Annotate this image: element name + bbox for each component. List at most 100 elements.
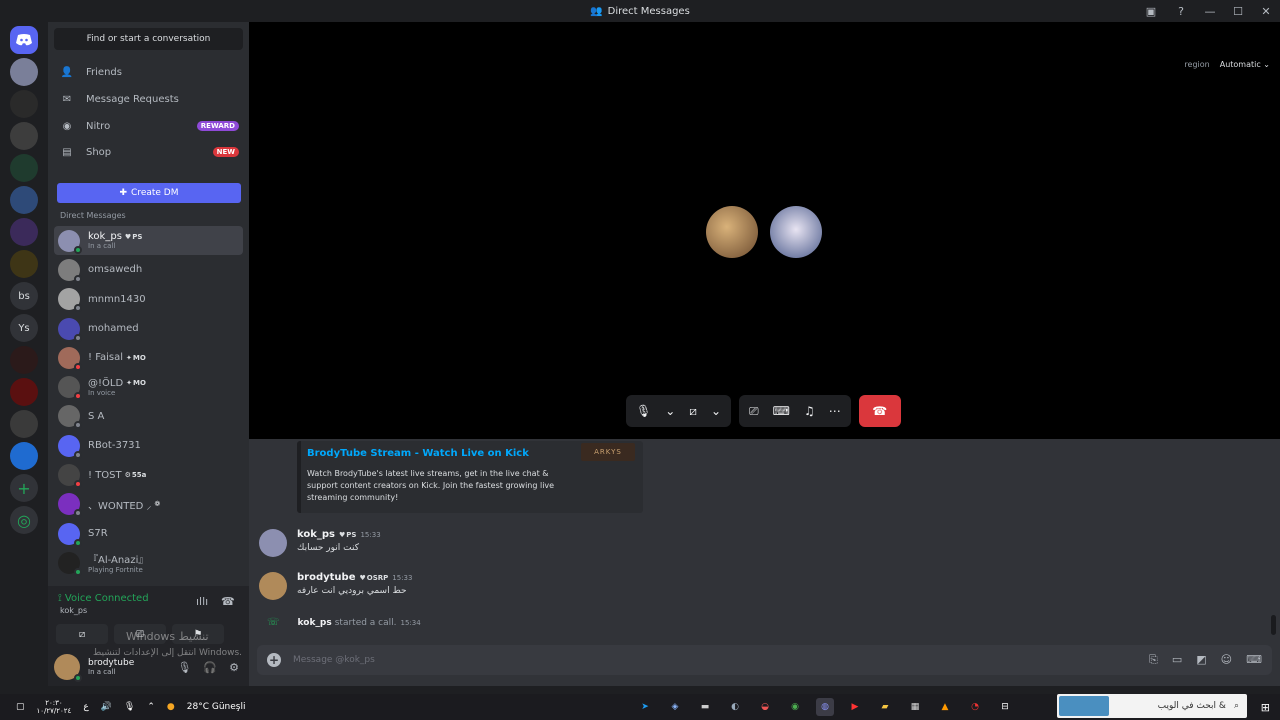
language-indicator[interactable]: ع [83, 702, 88, 712]
mic-group[interactable]: 🎙 ⌄ ⧄ ⌄ [626, 395, 731, 427]
participant-avatar[interactable] [770, 206, 822, 258]
minimize-button[interactable]: — [1196, 5, 1224, 18]
screen-share-icon[interactable]: ⎚ [749, 404, 759, 419]
game-icon[interactable]: ◒ [756, 698, 774, 716]
dm-item[interactable]: RBot-3731 [54, 431, 243, 460]
youtube-icon[interactable]: ▶ [846, 698, 864, 716]
message: kok_ps ♥ PS 15:33 كنت انور حسابك [259, 529, 381, 557]
server-ys[interactable]: Ys [10, 314, 38, 342]
find-conversation-button[interactable]: Find or start a conversation [54, 28, 243, 50]
chevron-down-icon[interactable]: ⌄ [665, 404, 675, 418]
nav-friends[interactable]: 👤 Friends [54, 60, 243, 84]
server-icon[interactable] [10, 410, 38, 438]
dm-item[interactable]: @!ÖLD ✦ MO In voice [54, 372, 243, 401]
message-author[interactable]: kok_ps [297, 529, 335, 540]
scrollbar[interactable] [1271, 615, 1276, 635]
dm-item[interactable]: mohamed [54, 314, 243, 343]
headphones-icon[interactable]: 🎧 [203, 661, 217, 674]
add-server-button[interactable]: + [10, 474, 38, 502]
inbox-icon[interactable]: ▣ [1136, 5, 1166, 18]
embed-thumbnail[interactable]: ARKYS [581, 443, 635, 461]
windows-start-icon[interactable]: ⊞ [1261, 701, 1270, 714]
discord-icon[interactable]: ◍ [816, 698, 834, 716]
dm-item[interactable]: ! Faisal ✦ MO [54, 343, 243, 372]
message-author[interactable]: brodytube [297, 572, 355, 583]
disconnect-icon[interactable]: ☎ [221, 595, 235, 608]
avatar [58, 405, 82, 430]
weather-text[interactable]: 28°C Güneşli [187, 702, 246, 712]
soundboard-icon[interactable]: ♫ [804, 404, 815, 418]
nav-message-requests[interactable]: ✉ Message Requests [54, 87, 243, 111]
server-icon[interactable] [10, 250, 38, 278]
hangup-button[interactable]: ☎ [858, 395, 901, 427]
taskbar-search[interactable]: ابحث في الويب & ⌕ [1057, 694, 1247, 718]
chrome-icon[interactable]: ◉ [786, 698, 804, 716]
gift-icon[interactable]: ⎘ [1149, 653, 1158, 667]
store-icon[interactable]: ▦ [906, 698, 924, 716]
avatar[interactable] [259, 529, 287, 557]
chevron-up-icon[interactable]: ⌃ [147, 702, 155, 712]
video-off-icon[interactable]: ⧄ [689, 404, 697, 419]
nav-shop[interactable]: ▤ Shop NEW [54, 140, 243, 164]
server-icon[interactable] [10, 378, 38, 406]
telegram-icon[interactable]: ➤ [636, 698, 654, 716]
home-button[interactable] [10, 26, 38, 54]
dm-item[interactable]: kok_ps ♥ PS In a call [54, 226, 243, 256]
participant-avatar[interactable] [706, 206, 758, 258]
gamepad-icon[interactable]: ⌨ [773, 404, 790, 418]
system-author[interactable]: kok_ps [298, 618, 332, 628]
dm-item[interactable]: mnmn1430 [54, 285, 243, 314]
nav-nitro[interactable]: ◉ Nitro REWARD [54, 114, 243, 138]
app-icon[interactable]: ◈ [666, 698, 684, 716]
server-icon[interactable] [10, 90, 38, 118]
apps-icon[interactable]: ⌨ [1246, 653, 1262, 667]
server-icon[interactable] [10, 218, 38, 246]
dm-item[interactable]: S A [54, 402, 243, 431]
embed-title[interactable]: BrodyTube Stream - Watch Live on Kick [307, 448, 529, 459]
gif-icon[interactable]: ▭ [1172, 653, 1182, 667]
clock[interactable]: ٢٠:٣٠ ١٠/٢٧/٢٠٢٤ [37, 699, 72, 715]
camera-button[interactable]: ⧄ [56, 624, 108, 644]
noise-suppression-icon[interactable]: ıllı [196, 595, 208, 608]
sticker-icon[interactable]: ◩ [1196, 653, 1206, 667]
dm-item[interactable]: 、WONTED ⸝ ❁ [54, 490, 243, 519]
message-input[interactable] [293, 655, 1093, 665]
server-icon[interactable] [10, 442, 38, 470]
microphone-icon[interactable]: 🎙 [636, 404, 651, 418]
dm-item[interactable]: omsawedh [54, 255, 243, 284]
terminal-icon[interactable]: ▬ [696, 698, 714, 716]
avatar[interactable] [259, 572, 287, 600]
server-icon[interactable] [10, 154, 38, 182]
message: brodytube ♥ OSRP 15:33 حط اسمي بروديي ان… [259, 572, 412, 600]
app-icon[interactable]: ◔ [966, 698, 984, 716]
volume-icon[interactable]: 🔊 [101, 702, 112, 712]
more-icon[interactable]: ⋯ [829, 404, 841, 418]
gear-icon[interactable]: ⚙ [229, 661, 239, 674]
attach-plus-icon[interactable]: + [267, 653, 281, 667]
voice-channel[interactable]: kok_ps [60, 606, 87, 615]
task-view-icon[interactable]: ⊟ [996, 698, 1014, 716]
microphone-icon[interactable]: 🎙 [124, 702, 135, 712]
server-icon[interactable] [10, 186, 38, 214]
avatar[interactable] [54, 654, 82, 682]
microphone-icon[interactable]: 🎙 [177, 661, 191, 674]
dm-item[interactable]: ! TOST ⚙ 55a [54, 460, 243, 489]
explore-button[interactable]: ◎ [10, 506, 38, 534]
app-icon[interactable]: ▲ [936, 698, 954, 716]
server-icon[interactable] [10, 346, 38, 374]
server-bs[interactable]: bs [10, 282, 38, 310]
maximize-button[interactable]: ☐ [1224, 5, 1252, 18]
close-button[interactable]: ✕ [1252, 5, 1280, 18]
steam-icon[interactable]: ◐ [726, 698, 744, 716]
chevron-down-icon[interactable]: ⌄ [711, 404, 721, 418]
help-icon[interactable]: ? [1166, 5, 1196, 18]
emoji-icon[interactable]: ☺ [1221, 653, 1232, 667]
server-icon[interactable] [10, 58, 38, 86]
dm-item[interactable]: S7R [54, 519, 243, 548]
region-selector[interactable]: region Automatic ⌄ [1184, 60, 1270, 69]
create-dm-button[interactable]: ✚ Create DM [57, 183, 241, 203]
folder-icon[interactable]: ▰ [876, 698, 894, 716]
dm-item[interactable]: 『Al-Anazi』 Playing Fortnite [54, 548, 243, 577]
desktop-icon[interactable]: ▢ [16, 702, 25, 712]
server-icon[interactable] [10, 122, 38, 150]
